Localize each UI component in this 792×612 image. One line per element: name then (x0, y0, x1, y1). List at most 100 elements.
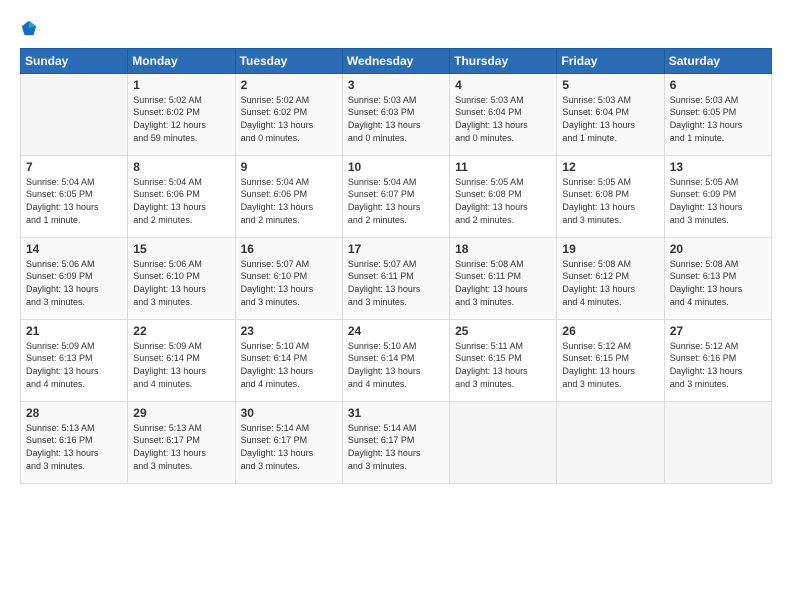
calendar-cell: 24 Sunrise: 5:10 AMSunset: 6:14 PMDayligh… (342, 319, 449, 401)
calendar-cell: 5Sunrise: 5:03 AMSunset: 6:04 PMDaylight… (557, 73, 664, 155)
weekday-header: Sunday (21, 48, 128, 73)
day-number: 11 (455, 160, 551, 174)
calendar-cell: 11 Sunrise: 5:05 AMSunset: 6:08 PMDayligh… (450, 155, 557, 237)
day-number: 6 (670, 78, 766, 92)
weekday-header: Thursday (450, 48, 557, 73)
calendar-week-row: 1 Sunrise: 5:02 AMSunset: 6:02 PMDaylight… (21, 73, 772, 155)
day-info: Sunrise: 5:05 AMSunset: 6:09 PMDaylight:… (670, 176, 766, 226)
day-info: Sunrise: 5:05 AMSunset: 6:08 PMDaylight:… (455, 176, 551, 226)
day-info: Sunrise: 5:08 AMSunset: 6:13 PMDaylight:… (670, 258, 766, 308)
calendar-cell: 30 Sunrise: 5:14 AMSunset: 6:17 PMDayligh… (235, 401, 342, 483)
logo-icon (20, 19, 38, 37)
calendar-cell: 14 Sunrise: 5:06 AMSunset: 6:09 PMDayligh… (21, 237, 128, 319)
day-number: 23 (241, 324, 337, 338)
logo (20, 18, 40, 38)
weekday-header: Wednesday (342, 48, 449, 73)
day-number: 13 (670, 160, 766, 174)
day-number: 2 (241, 78, 337, 92)
calendar-cell: 9Sunrise: 5:04 AMSunset: 6:06 PMDaylight… (235, 155, 342, 237)
calendar-cell: 16 Sunrise: 5:07 AMSunset: 6:10 PMDayligh… (235, 237, 342, 319)
calendar-cell: 13 Sunrise: 5:05 AMSunset: 6:09 PMDayligh… (664, 155, 771, 237)
calendar-cell: 25Sunrise: 5:11 AMSunset: 6:15 PMDayligh… (450, 319, 557, 401)
day-number: 19 (562, 242, 658, 256)
calendar-cell: 15 Sunrise: 5:06 AMSunset: 6:10 PMDayligh… (128, 237, 235, 319)
calendar-week-row: 21Sunrise: 5:09 AMSunset: 6:13 PMDayligh… (21, 319, 772, 401)
day-number: 25 (455, 324, 551, 338)
header (20, 18, 772, 38)
calendar-cell: 27 Sunrise: 5:12 AMSunset: 6:16 PMDayligh… (664, 319, 771, 401)
calendar-cell: 7 Sunrise: 5:04 AMSunset: 6:05 PMDaylight… (21, 155, 128, 237)
calendar-cell: 10Sunrise: 5:04 AMSunset: 6:07 PMDayligh… (342, 155, 449, 237)
day-info: Sunrise: 5:06 AMSunset: 6:10 PMDaylight:… (133, 258, 229, 308)
calendar-cell (21, 73, 128, 155)
day-number: 30 (241, 406, 337, 420)
day-number: 10 (348, 160, 444, 174)
day-info: Sunrise: 5:06 AMSunset: 6:09 PMDaylight:… (26, 258, 122, 308)
day-number: 14 (26, 242, 122, 256)
day-number: 7 (26, 160, 122, 174)
day-number: 8 (133, 160, 229, 174)
day-info: Sunrise: 5:08 AMSunset: 6:11 PMDaylight:… (455, 258, 551, 308)
calendar-cell: 8 Sunrise: 5:04 AMSunset: 6:06 PMDaylight… (128, 155, 235, 237)
calendar-cell: 1Sunrise: 5:02 AMSunset: 6:02 PMDaylight… (128, 73, 235, 155)
calendar-cell: 21Sunrise: 5:09 AMSunset: 6:13 PMDayligh… (21, 319, 128, 401)
day-number: 9 (241, 160, 337, 174)
day-info: Sunrise: 5:02 AMSunset: 6:02 PMDaylight:… (241, 94, 337, 144)
weekday-header: Monday (128, 48, 235, 73)
calendar-cell: 23 Sunrise: 5:10 AMSunset: 6:14 PMDayligh… (235, 319, 342, 401)
day-number: 24 (348, 324, 444, 338)
calendar-cell: 12 Sunrise: 5:05 AMSunset: 6:08 PMDayligh… (557, 155, 664, 237)
day-info: Sunrise: 5:03 AMSunset: 6:04 PMDaylight:… (562, 94, 658, 144)
day-number: 18 (455, 242, 551, 256)
day-info: Sunrise: 5:04 AMSunset: 6:06 PMDaylight:… (133, 176, 229, 226)
day-info: Sunrise: 5:14 AMSunset: 6:17 PMDaylight:… (348, 422, 444, 472)
day-number: 27 (670, 324, 766, 338)
calendar-cell: 22 Sunrise: 5:09 AMSunset: 6:14 PMDayligh… (128, 319, 235, 401)
day-info: Sunrise: 5:09 AMSunset: 6:14 PMDaylight:… (133, 340, 229, 390)
day-info: Sunrise: 5:07 AMSunset: 6:11 PMDaylight:… (348, 258, 444, 308)
calendar-cell: 29 Sunrise: 5:13 AMSunset: 6:17 PMDayligh… (128, 401, 235, 483)
day-number: 29 (133, 406, 229, 420)
calendar-header-row: SundayMondayTuesdayWednesdayThursdayFrid… (21, 48, 772, 73)
day-number: 21 (26, 324, 122, 338)
calendar-week-row: 7 Sunrise: 5:04 AMSunset: 6:05 PMDaylight… (21, 155, 772, 237)
calendar-cell: 3Sunrise: 5:03 AMSunset: 6:03 PMDaylight… (342, 73, 449, 155)
calendar-table: SundayMondayTuesdayWednesdayThursdayFrid… (20, 48, 772, 484)
day-info: Sunrise: 5:07 AMSunset: 6:10 PMDaylight:… (241, 258, 337, 308)
calendar-cell: 6Sunrise: 5:03 AMSunset: 6:05 PMDaylight… (664, 73, 771, 155)
calendar-cell: 19 Sunrise: 5:08 AMSunset: 6:12 PMDayligh… (557, 237, 664, 319)
day-info: Sunrise: 5:04 AMSunset: 6:05 PMDaylight:… (26, 176, 122, 226)
day-info: Sunrise: 5:03 AMSunset: 6:04 PMDaylight:… (455, 94, 551, 144)
day-info: Sunrise: 5:05 AMSunset: 6:08 PMDaylight:… (562, 176, 658, 226)
day-number: 15 (133, 242, 229, 256)
calendar-week-row: 28Sunrise: 5:13 AMSunset: 6:16 PMDayligh… (21, 401, 772, 483)
day-info: Sunrise: 5:12 AMSunset: 6:16 PMDaylight:… (670, 340, 766, 390)
day-number: 1 (133, 78, 229, 92)
day-number: 4 (455, 78, 551, 92)
calendar-cell: 28Sunrise: 5:13 AMSunset: 6:16 PMDayligh… (21, 401, 128, 483)
day-info: Sunrise: 5:10 AMSunset: 6:14 PMDaylight:… (348, 340, 444, 390)
day-number: 26 (562, 324, 658, 338)
day-number: 12 (562, 160, 658, 174)
weekday-header: Saturday (664, 48, 771, 73)
day-number: 31 (348, 406, 444, 420)
calendar-cell (664, 401, 771, 483)
day-info: Sunrise: 5:08 AMSunset: 6:12 PMDaylight:… (562, 258, 658, 308)
day-info: Sunrise: 5:10 AMSunset: 6:14 PMDaylight:… (241, 340, 337, 390)
day-number: 16 (241, 242, 337, 256)
weekday-header: Tuesday (235, 48, 342, 73)
day-number: 3 (348, 78, 444, 92)
day-number: 22 (133, 324, 229, 338)
calendar-week-row: 14 Sunrise: 5:06 AMSunset: 6:09 PMDayligh… (21, 237, 772, 319)
calendar-cell: 2 Sunrise: 5:02 AMSunset: 6:02 PMDaylight… (235, 73, 342, 155)
calendar-cell: 4 Sunrise: 5:03 AMSunset: 6:04 PMDaylight… (450, 73, 557, 155)
page: SundayMondayTuesdayWednesdayThursdayFrid… (0, 0, 792, 612)
calendar-cell (450, 401, 557, 483)
day-info: Sunrise: 5:13 AMSunset: 6:17 PMDaylight:… (133, 422, 229, 472)
day-number: 17 (348, 242, 444, 256)
calendar-cell: 18 Sunrise: 5:08 AMSunset: 6:11 PMDayligh… (450, 237, 557, 319)
day-info: Sunrise: 5:14 AMSunset: 6:17 PMDaylight:… (241, 422, 337, 472)
day-info: Sunrise: 5:13 AMSunset: 6:16 PMDaylight:… (26, 422, 122, 472)
calendar-cell: 17 Sunrise: 5:07 AMSunset: 6:11 PMDayligh… (342, 237, 449, 319)
day-info: Sunrise: 5:12 AMSunset: 6:15 PMDaylight:… (562, 340, 658, 390)
